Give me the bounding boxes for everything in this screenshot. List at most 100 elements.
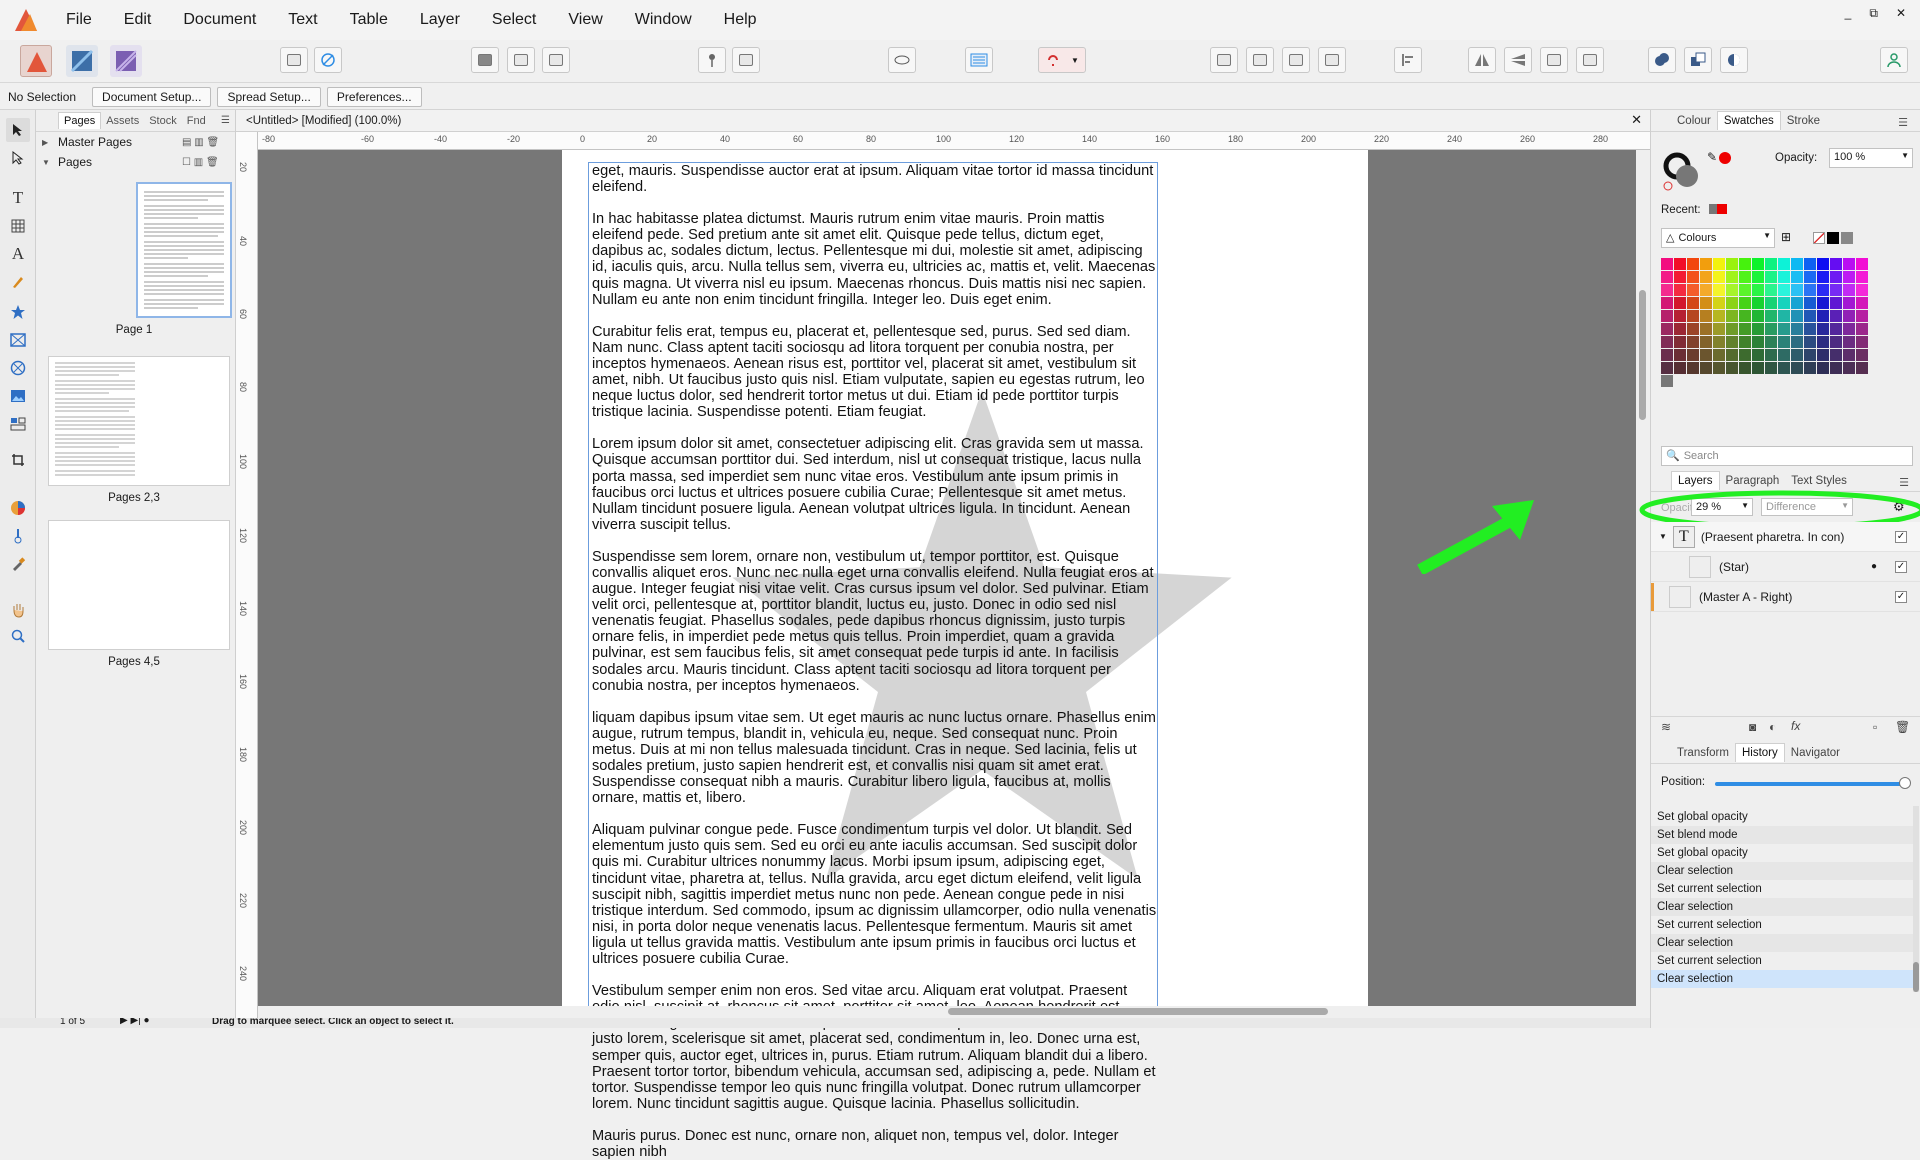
collapse-triangle-icon[interactable]: ▼: [42, 158, 52, 167]
menu-file[interactable]: File: [62, 9, 96, 31]
colour-swatch[interactable]: [1674, 258, 1686, 270]
tab-pages[interactable]: Pages: [58, 112, 102, 129]
colour-swatch[interactable]: [1830, 323, 1842, 335]
colour-swatch[interactable]: [1752, 336, 1764, 348]
zoom-tool-icon[interactable]: [6, 624, 30, 648]
panel-menu-icon[interactable]: ☰: [216, 113, 235, 128]
colour-swatch[interactable]: [1661, 258, 1673, 270]
colour-swatch[interactable]: [1700, 297, 1712, 309]
expand-triangle-icon[interactable]: ▼: [1659, 532, 1667, 541]
colour-swatch[interactable]: [1778, 284, 1790, 296]
colour-swatch[interactable]: [1830, 297, 1842, 309]
colour-swatch[interactable]: [1700, 362, 1712, 374]
page-sheet[interactable]: eget, mauris. Suspendisse auctor erat at…: [562, 150, 1368, 1160]
grey-swatch[interactable]: [1841, 232, 1853, 244]
colour-swatch[interactable]: [1700, 349, 1712, 361]
colour-swatch[interactable]: [1817, 362, 1829, 374]
crop-tool-icon[interactable]: [6, 448, 30, 472]
menu-layer[interactable]: Layer: [416, 9, 464, 31]
colour-swatch[interactable]: [1700, 284, 1712, 296]
colour-swatch[interactable]: [1843, 349, 1855, 361]
none-swatch[interactable]: [1813, 232, 1825, 244]
colour-swatch[interactable]: [1843, 323, 1855, 335]
menu-table[interactable]: Table: [346, 9, 392, 31]
menu-document[interactable]: Document: [179, 9, 260, 31]
tab-stroke[interactable]: Stroke: [1781, 112, 1826, 130]
node-tool-icon[interactable]: [6, 146, 30, 170]
document-canvas[interactable]: <Untitled> [Modified] (100.0%) ✕ mm -80 …: [236, 110, 1650, 1160]
table-tool-icon[interactable]: [6, 214, 30, 238]
history-item[interactable]: Set blend mode: [1651, 826, 1913, 844]
page-nav-icon[interactable]: ▶ ▶| ●: [120, 1018, 150, 1026]
colour-swatch[interactable]: [1687, 271, 1699, 283]
colour-swatch[interactable]: [1830, 362, 1842, 374]
colour-swatch[interactable]: [1674, 323, 1686, 335]
colour-swatch[interactable]: [1843, 271, 1855, 283]
colour-swatch[interactable]: [1804, 336, 1816, 348]
move-tool-icon[interactable]: [6, 118, 30, 142]
add-mask-icon[interactable]: ◙: [1749, 720, 1756, 734]
colour-swatch[interactable]: [1700, 271, 1712, 283]
colour-swatch[interactable]: [1739, 310, 1751, 322]
colour-swatch[interactable]: [1804, 349, 1816, 361]
colour-swatch[interactable]: [1856, 258, 1868, 270]
colour-swatch[interactable]: [1739, 284, 1751, 296]
colour-swatch[interactable]: [1713, 336, 1725, 348]
layer-visibility-checkbox[interactable]: ✓: [1895, 590, 1907, 603]
panel-menu-icon[interactable]: ☰: [1892, 113, 1914, 132]
menu-help[interactable]: Help: [720, 9, 761, 31]
colour-swatch[interactable]: [1843, 362, 1855, 374]
tab-stock[interactable]: Stock: [144, 113, 182, 129]
ellipse-frame-tool-icon[interactable]: [6, 356, 30, 380]
colour-swatch[interactable]: [1674, 271, 1686, 283]
colour-swatch[interactable]: [1778, 258, 1790, 270]
colour-swatch[interactable]: [1765, 310, 1777, 322]
menu-text[interactable]: Text: [284, 9, 321, 31]
history-item[interactable]: Set current selection: [1651, 952, 1913, 970]
colour-swatch[interactable]: [1752, 284, 1764, 296]
page-1-thumbnail[interactable]: [136, 182, 232, 318]
rotate-right-icon[interactable]: [1576, 47, 1604, 73]
recent-swatch[interactable]: [1717, 204, 1727, 214]
layer-visibility-checkbox[interactable]: ✓: [1895, 560, 1907, 573]
adjustment-icon[interactable]: ◐: [1769, 720, 1776, 734]
colour-swatch[interactable]: [1830, 349, 1842, 361]
recent-swatch[interactable]: [1709, 204, 1717, 214]
colour-swatch[interactable]: [1791, 310, 1803, 322]
colour-swatch[interactable]: [1674, 297, 1686, 309]
hand-tool-icon[interactable]: [6, 598, 30, 622]
restore-button[interactable]: ⧉: [1869, 6, 1878, 21]
menu-view[interactable]: View: [564, 9, 606, 31]
view-mode-clip-icon[interactable]: [542, 47, 570, 73]
shape-tool-icon[interactable]: [6, 300, 30, 324]
colour-swatch[interactable]: [1726, 349, 1738, 361]
pen-tool-icon[interactable]: [6, 270, 30, 294]
colour-swatch[interactable]: [1778, 323, 1790, 335]
layers-stack-icon[interactable]: ≋: [1661, 720, 1671, 734]
colour-swatch[interactable]: [1765, 284, 1777, 296]
colour-swatch[interactable]: [1752, 310, 1764, 322]
vertical-scroll-thumb[interactable]: [1639, 290, 1646, 420]
spread-setup-button[interactable]: Spread Setup...: [217, 86, 321, 107]
colour-swatch[interactable]: [1674, 349, 1686, 361]
vertical-scrollbar[interactable]: [1636, 150, 1650, 1018]
colour-swatch[interactable]: [1752, 297, 1764, 309]
colour-swatch[interactable]: [1778, 362, 1790, 374]
transparency-tool-icon[interactable]: [6, 524, 30, 548]
colour-swatch[interactable]: [1661, 362, 1673, 374]
colour-swatch[interactable]: [1843, 297, 1855, 309]
colour-swatch[interactable]: [1700, 336, 1712, 348]
place-image-tool-icon[interactable]: [6, 384, 30, 408]
account-icon[interactable]: [1880, 47, 1908, 73]
colour-swatch[interactable]: [1804, 297, 1816, 309]
artistic-text-tool-icon[interactable]: A: [6, 242, 30, 266]
colour-swatch[interactable]: [1713, 297, 1725, 309]
frame-text-tool-icon[interactable]: T: [6, 186, 30, 210]
history-scroll-thumb[interactable]: [1913, 962, 1919, 992]
view-mode-bleed-icon[interactable]: [507, 47, 535, 73]
colour-swatch[interactable]: [1817, 271, 1829, 283]
colour-swatch[interactable]: [1856, 284, 1868, 296]
colour-swatch[interactable]: [1791, 362, 1803, 374]
colour-swatch[interactable]: [1726, 271, 1738, 283]
colour-swatch[interactable]: [1661, 297, 1673, 309]
